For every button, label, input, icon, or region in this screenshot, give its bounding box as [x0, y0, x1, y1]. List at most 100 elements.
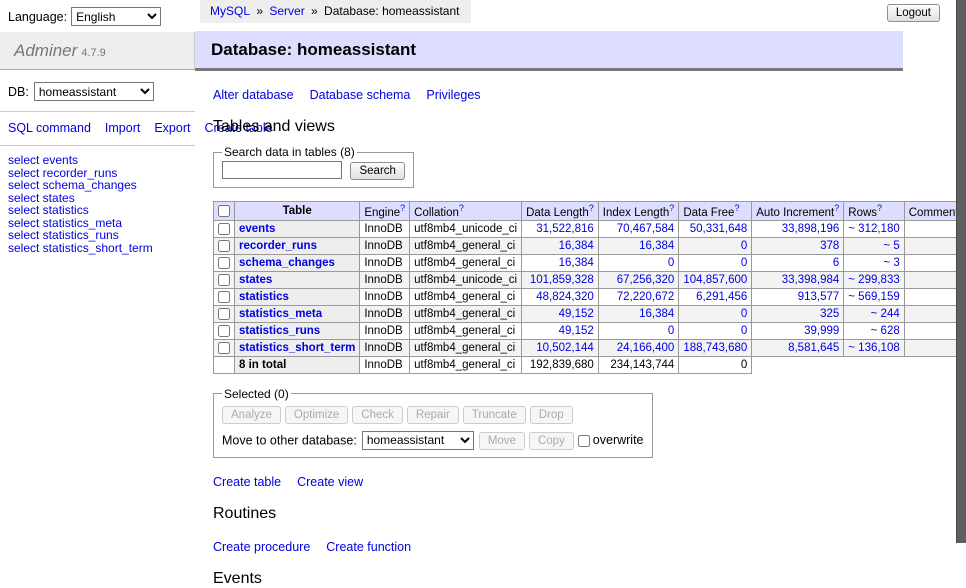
table-link-statistics_short_term[interactable]: statistics_short_term [239, 342, 355, 354]
link-alter-database[interactable]: Alter database [213, 88, 294, 102]
search-button[interactable]: Search [350, 162, 404, 180]
table-link-statistics_runs[interactable]: statistics_runs [239, 325, 320, 337]
auto-increment-cell-link[interactable]: 33,898,196 [782, 223, 840, 235]
rows-cell-link[interactable]: ~ 312,180 [848, 223, 899, 235]
sidebar-select-statistics[interactable]: select statistics [8, 204, 187, 217]
rows-cell-link[interactable]: ~ 3 [883, 257, 899, 269]
repair-button[interactable]: Repair [407, 406, 459, 424]
move-database-select[interactable]: homeassistant [362, 431, 474, 450]
link-database-schema[interactable]: Database schema [310, 88, 411, 102]
table-link-states[interactable]: states [239, 274, 272, 286]
row-checkbox[interactable] [218, 257, 230, 269]
optimize-button[interactable]: Optimize [285, 406, 348, 424]
link-create-procedure[interactable]: Create procedure [213, 540, 310, 554]
data-length-cell-link[interactable]: 31,522,816 [536, 223, 594, 235]
data-length-cell-link[interactable]: 16,384 [559, 240, 594, 252]
select-all-cell [214, 202, 235, 221]
auto-increment-cell-link[interactable]: 39,999 [804, 325, 839, 337]
sidebar-link-import[interactable]: Import [105, 121, 140, 135]
analyze-button[interactable]: Analyze [222, 406, 281, 424]
sidebar-link-sql-command[interactable]: SQL command [8, 121, 91, 135]
data-length-cell-link[interactable]: 49,152 [559, 325, 594, 337]
rows-cell-link[interactable]: ~ 244 [871, 308, 900, 320]
sidebar-link-export[interactable]: Export [154, 121, 190, 135]
row-checkbox[interactable] [218, 291, 230, 303]
logout-button[interactable]: Logout [887, 4, 940, 22]
auto-increment-cell-link[interactable]: 378 [820, 240, 839, 252]
breadcrumb-mysql[interactable]: MySQL [210, 4, 250, 18]
link-create-view[interactable]: Create view [297, 475, 363, 489]
table-link-recorder_runs[interactable]: recorder_runs [239, 240, 317, 252]
data-length-cell-link[interactable]: 48,824,320 [536, 291, 594, 303]
check-button[interactable]: Check [352, 406, 403, 424]
row-checkbox[interactable] [218, 308, 230, 320]
db-select[interactable]: homeassistant [34, 82, 154, 101]
data-free-cell-link[interactable]: 0 [741, 308, 747, 320]
index-length-cell-link[interactable]: 72,220,672 [617, 291, 675, 303]
index-length-cell-link[interactable]: 24,166,400 [617, 342, 675, 354]
auto-increment-cell-link[interactable]: 913,577 [798, 291, 840, 303]
index-length-cell-link[interactable]: 70,467,584 [617, 223, 675, 235]
move-button[interactable]: Move [479, 432, 525, 450]
link-privileges[interactable]: Privileges [426, 88, 480, 102]
drop-button[interactable]: Drop [530, 406, 573, 424]
rows-cell-link[interactable]: ~ 299,833 [848, 274, 899, 286]
index-length-cell-link[interactable]: 67,256,320 [617, 274, 675, 286]
index-length-cell-link[interactable]: 16,384 [639, 308, 674, 320]
rows-cell-link[interactable]: ~ 569,159 [848, 291, 899, 303]
data-free-cell-link[interactable]: 0 [741, 325, 747, 337]
row-checkbox[interactable] [218, 223, 230, 235]
data-free-cell-link[interactable]: 104,857,600 [683, 274, 747, 286]
help-icon[interactable]: ? [459, 203, 464, 213]
data-length-cell-link[interactable]: 101,859,328 [530, 274, 594, 286]
help-icon[interactable]: ? [669, 203, 674, 213]
link-create-table[interactable]: Create table [213, 475, 281, 489]
help-icon[interactable]: ? [589, 203, 594, 213]
sidebar-select-schema_changes[interactable]: select schema_changes [8, 179, 187, 192]
auto-increment-cell-link[interactable]: 325 [820, 308, 839, 320]
sidebar-select-statistics_runs[interactable]: select statistics_runs [8, 229, 187, 242]
copy-button[interactable]: Copy [529, 432, 574, 450]
vertical-scrollbar[interactable] [956, 0, 966, 543]
row-checkbox[interactable] [218, 274, 230, 286]
help-icon[interactable]: ? [400, 203, 405, 213]
selected-legend: Selected (0) [222, 387, 291, 401]
data-free-cell-link[interactable]: 0 [741, 240, 747, 252]
select-all-checkbox[interactable] [218, 205, 230, 217]
auto-increment-cell-link[interactable]: 33,398,984 [782, 274, 840, 286]
overwrite-checkbox[interactable] [578, 435, 590, 447]
index-length-cell-link[interactable]: 0 [668, 257, 674, 269]
row-checkbox[interactable] [218, 342, 230, 354]
index-length-cell-link[interactable]: 16,384 [639, 240, 674, 252]
table-link-statistics[interactable]: statistics [239, 291, 289, 303]
rows-cell-link[interactable]: ~ 5 [883, 240, 899, 252]
sidebar-select-statistics_short_term[interactable]: select statistics_short_term [8, 242, 187, 255]
data-length-cell-link[interactable]: 16,384 [559, 257, 594, 269]
data-length-cell-link[interactable]: 49,152 [559, 308, 594, 320]
table-link-statistics_meta[interactable]: statistics_meta [239, 308, 322, 320]
data-free-cell-link[interactable]: 6,291,456 [696, 291, 747, 303]
auto-increment-cell-link[interactable]: 6 [833, 257, 839, 269]
rows-cell-link[interactable]: ~ 628 [871, 325, 900, 337]
search-input[interactable] [222, 161, 342, 179]
breadcrumb-server[interactable]: Server [269, 4, 304, 18]
help-icon[interactable]: ? [877, 203, 882, 213]
help-icon[interactable]: ? [734, 203, 739, 213]
data-free-cell-link[interactable]: 50,331,648 [690, 223, 748, 235]
sidebar-select-events[interactable]: select events [8, 154, 187, 167]
auto-increment-cell: 33,898,196 [752, 220, 844, 237]
row-checkbox[interactable] [218, 240, 230, 252]
data-free-cell-link[interactable]: 188,743,680 [683, 342, 747, 354]
rows-cell-link[interactable]: ~ 136,108 [848, 342, 899, 354]
data-free-cell-link[interactable]: 0 [741, 257, 747, 269]
help-icon[interactable]: ? [834, 203, 839, 213]
link-create-function[interactable]: Create function [326, 540, 411, 554]
index-length-cell-link[interactable]: 0 [668, 325, 674, 337]
table-link-events[interactable]: events [239, 223, 275, 235]
language-select[interactable]: English [71, 7, 161, 26]
auto-increment-cell-link[interactable]: 8,581,645 [788, 342, 839, 354]
table-link-schema_changes[interactable]: schema_changes [239, 257, 335, 269]
data-length-cell-link[interactable]: 10,502,144 [536, 342, 594, 354]
row-checkbox[interactable] [218, 325, 230, 337]
truncate-button[interactable]: Truncate [463, 406, 526, 424]
